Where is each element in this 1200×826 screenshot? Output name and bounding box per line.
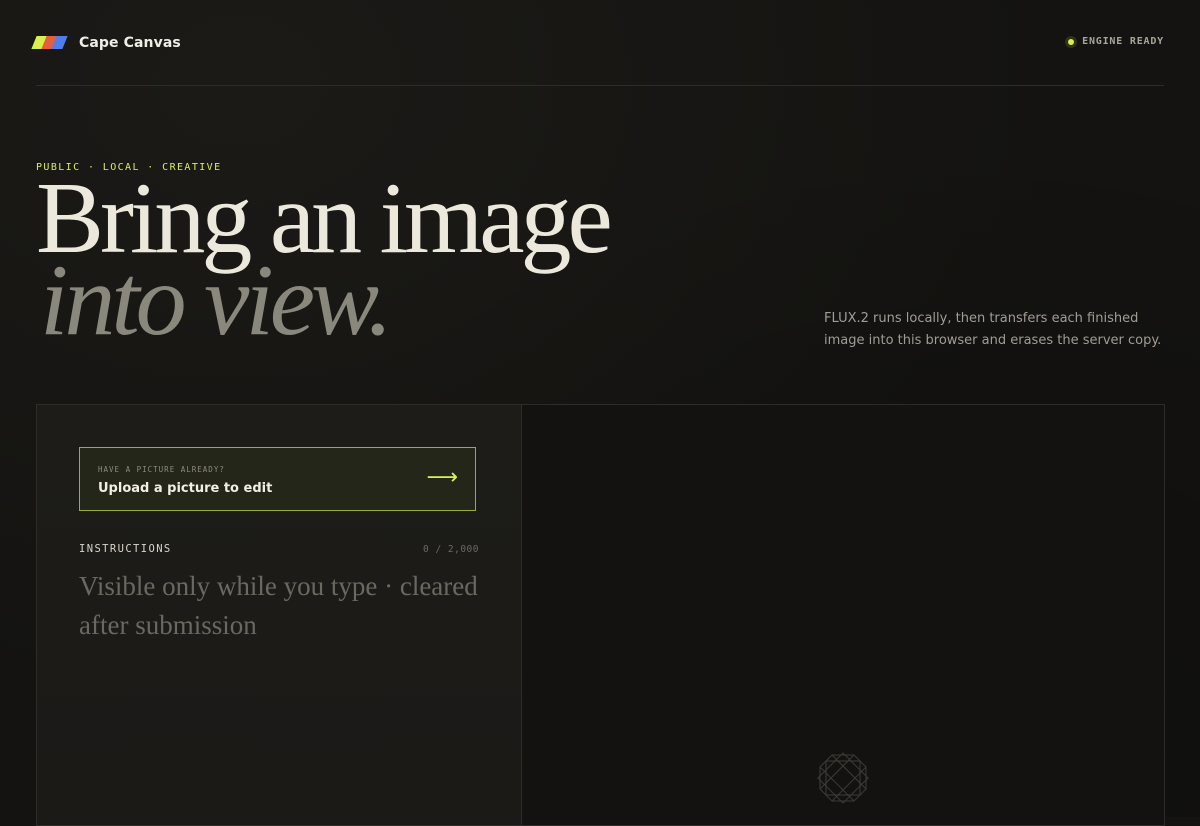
upload-kicker: HAVE A PICTURE ALREADY? <box>98 465 225 474</box>
geometric-knot-icon <box>817 752 869 804</box>
upload-label: Upload a picture to edit <box>98 481 273 496</box>
status-dot-icon <box>1068 38 1075 45</box>
top-bar: Cape Canvas ENGINE READY <box>31 0 1164 86</box>
status-text: ENGINE READY <box>1082 36 1164 47</box>
arrow-right-icon: ⟶ <box>426 465 458 490</box>
instructions-input[interactable] <box>79 567 479 767</box>
engine-status: ENGINE READY <box>1068 36 1164 47</box>
instructions-label: INSTRUCTIONS <box>79 543 172 555</box>
instructions-char-count: 0 / 2,000 <box>423 544 479 555</box>
brand[interactable]: Cape Canvas <box>31 34 181 51</box>
hero-description: FLUX.2 runs locally, then transfers each… <box>824 311 1162 348</box>
upload-picture-button[interactable]: HAVE A PICTURE ALREADY? Upload a picture… <box>79 447 476 511</box>
workspace: HAVE A PICTURE ALREADY? Upload a picture… <box>36 404 1165 826</box>
brand-name: Cape Canvas <box>79 34 181 51</box>
hero-headline: Bring an image into view. <box>36 168 613 352</box>
brand-logo-icon <box>31 35 68 50</box>
preview-panel <box>522 405 1164 825</box>
editor-panel: HAVE A PICTURE ALREADY? Upload a picture… <box>37 405 522 825</box>
